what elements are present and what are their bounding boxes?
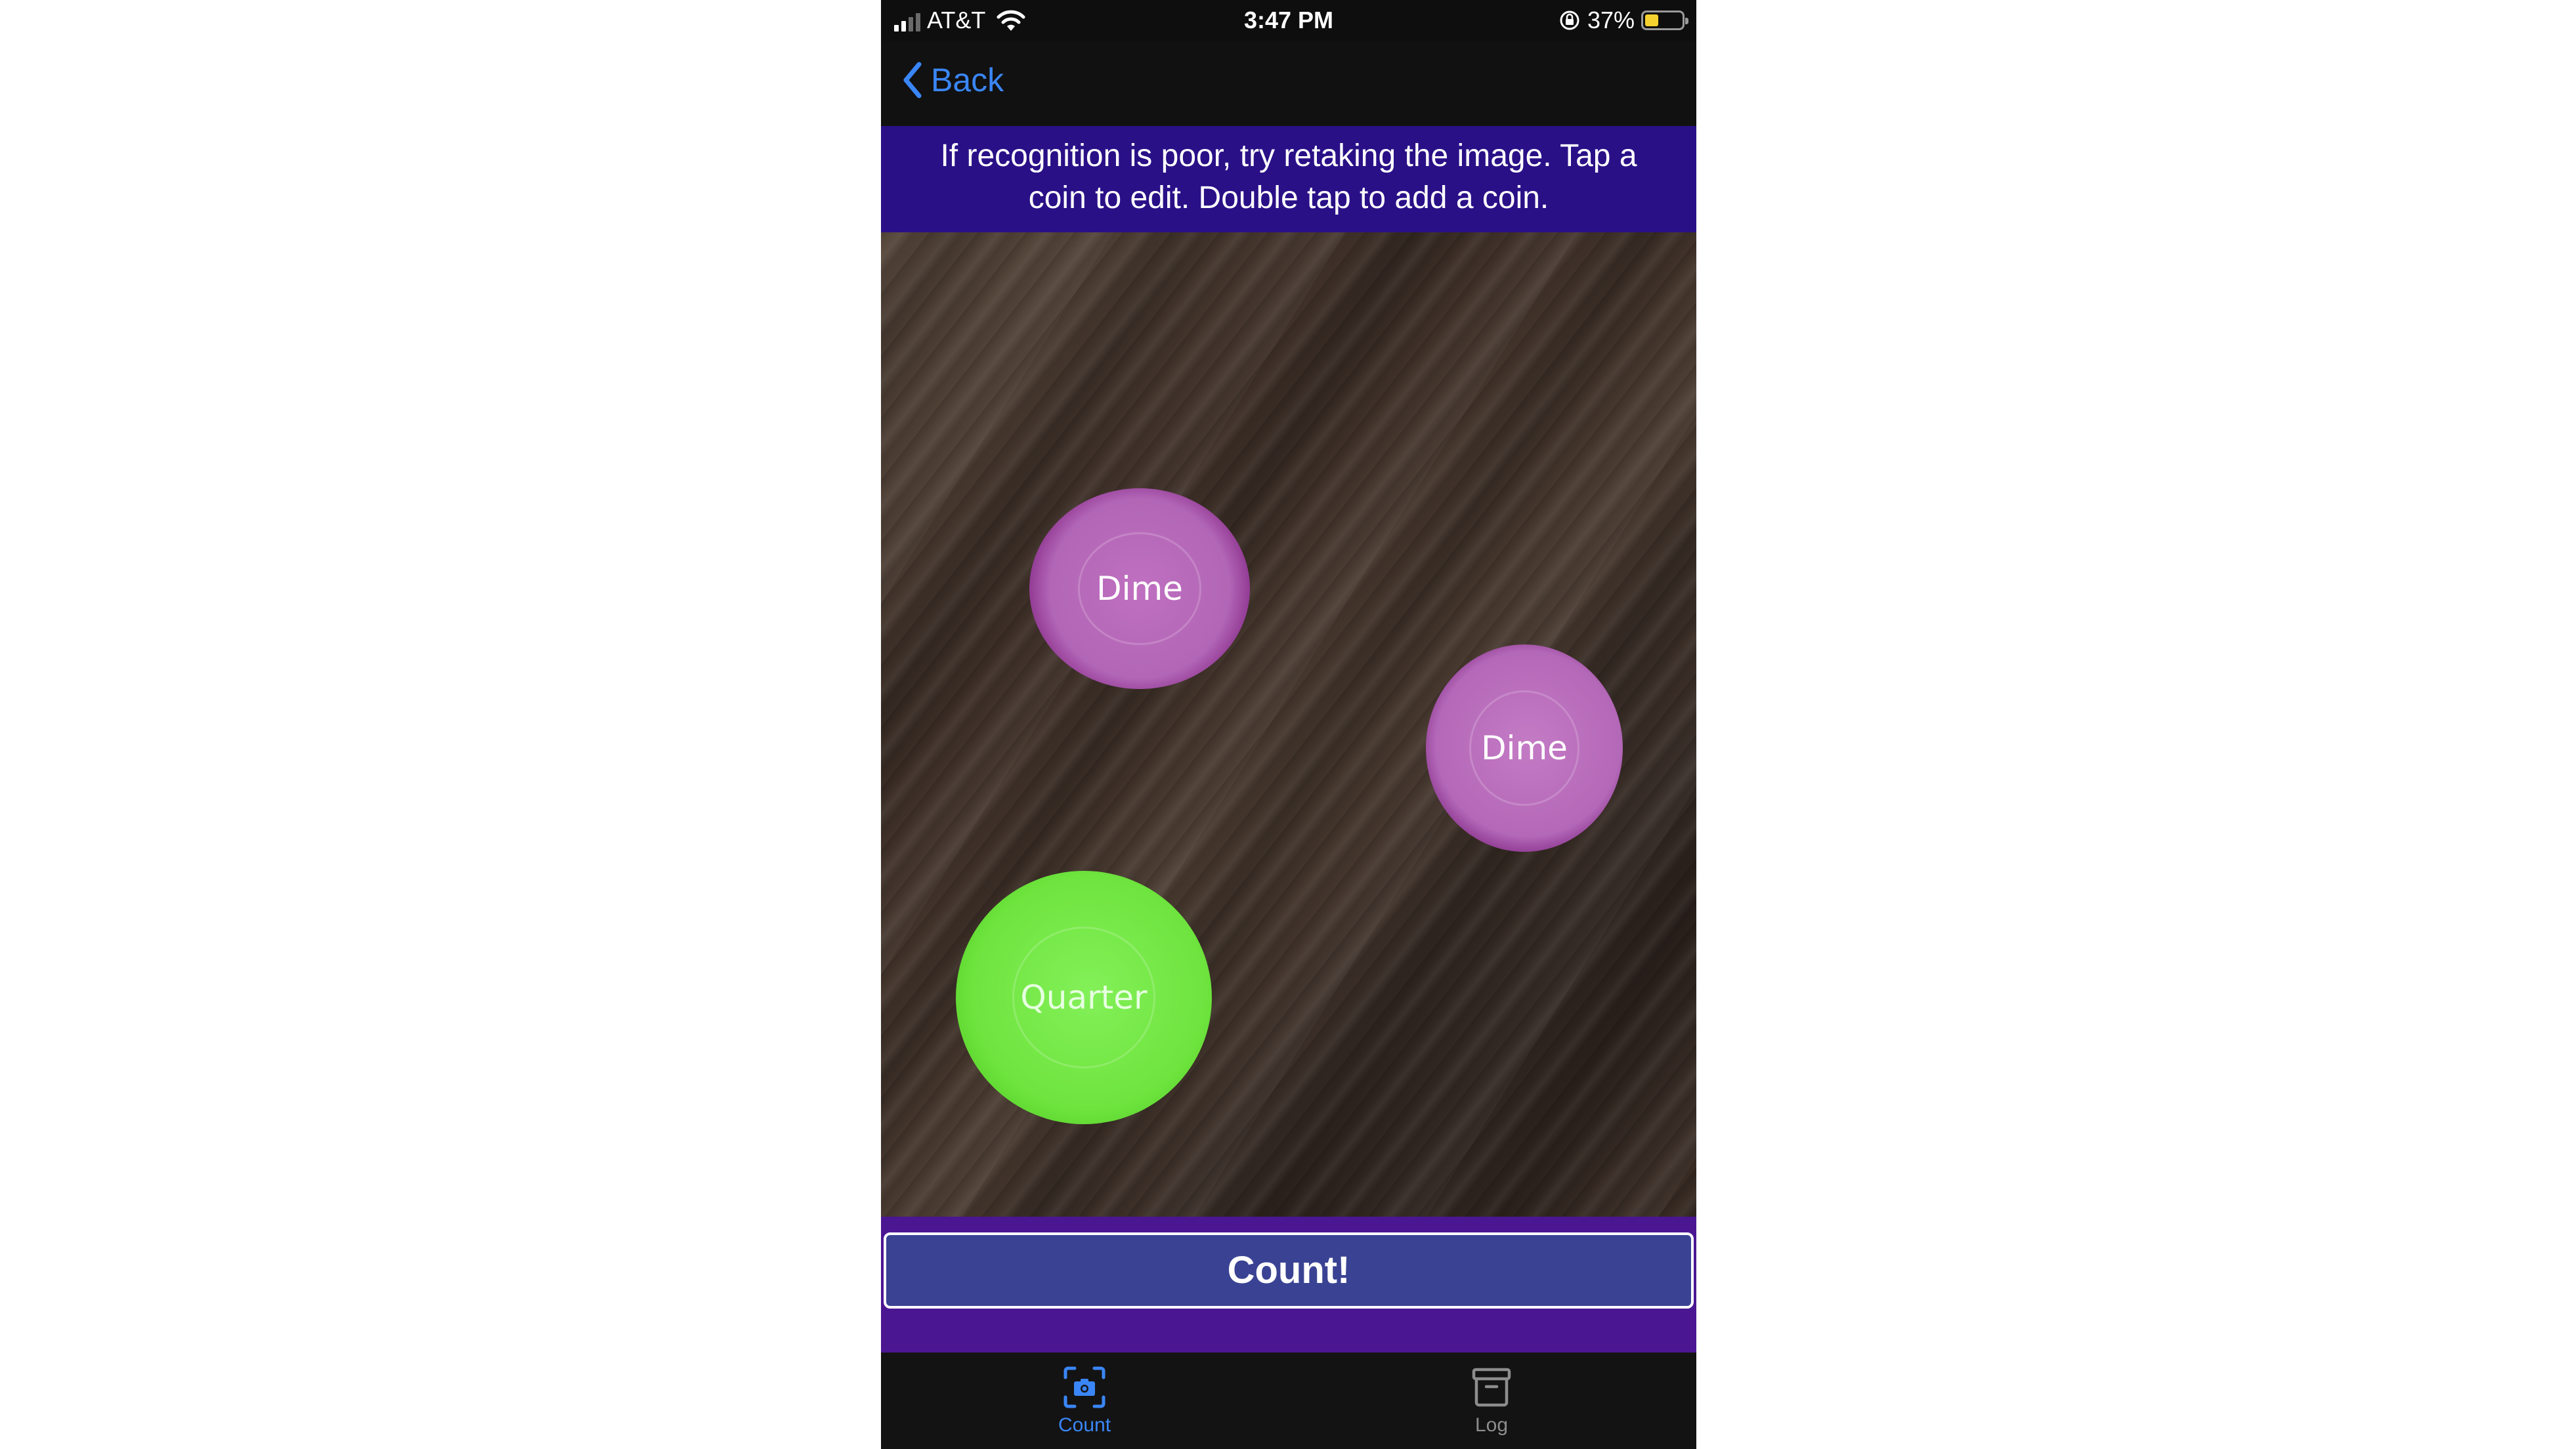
tab-log[interactable]: Log (1393, 1366, 1590, 1437)
coin-quarter[interactable]: Quarter (956, 871, 1212, 1124)
camera-icon (1063, 1366, 1106, 1408)
coin-label: Dime (1096, 570, 1183, 608)
tab-bar: Count Log (881, 1353, 1696, 1449)
count-button[interactable]: Count! (884, 1232, 1694, 1309)
tab-count[interactable]: Count (986, 1366, 1183, 1437)
orientation-lock-icon (1560, 10, 1579, 30)
tab-label: Log (1474, 1414, 1509, 1436)
phone-screen: AT&T 3:47 PM 37% Back If recognition is … (881, 0, 1696, 1449)
coin-dime[interactable]: Dime (1029, 488, 1250, 689)
status-right: 37% (1558, 7, 1688, 34)
chevron-left-icon (903, 62, 922, 98)
coin-label: Quarter (1020, 978, 1148, 1017)
archive-box-icon (1472, 1368, 1511, 1407)
tab-label: Count (1058, 1414, 1111, 1436)
coin-photo[interactable]: Dime Dime Quarter (881, 232, 1696, 1217)
instruction-banner: If recognition is poor, try retaking the… (881, 126, 1696, 232)
battery-fill (1645, 14, 1658, 26)
back-button[interactable]: Back (901, 60, 1004, 100)
back-label: Back (931, 62, 1004, 98)
coin-dime[interactable]: Dime (1426, 644, 1623, 852)
navigation-bar: Back (881, 41, 1696, 126)
battery-percent: 37% (1587, 7, 1635, 33)
battery-icon (1641, 10, 1688, 30)
count-area: Count! (881, 1217, 1696, 1353)
coin-label: Dime (1481, 729, 1568, 767)
status-bar: AT&T 3:47 PM 37% (881, 0, 1696, 41)
